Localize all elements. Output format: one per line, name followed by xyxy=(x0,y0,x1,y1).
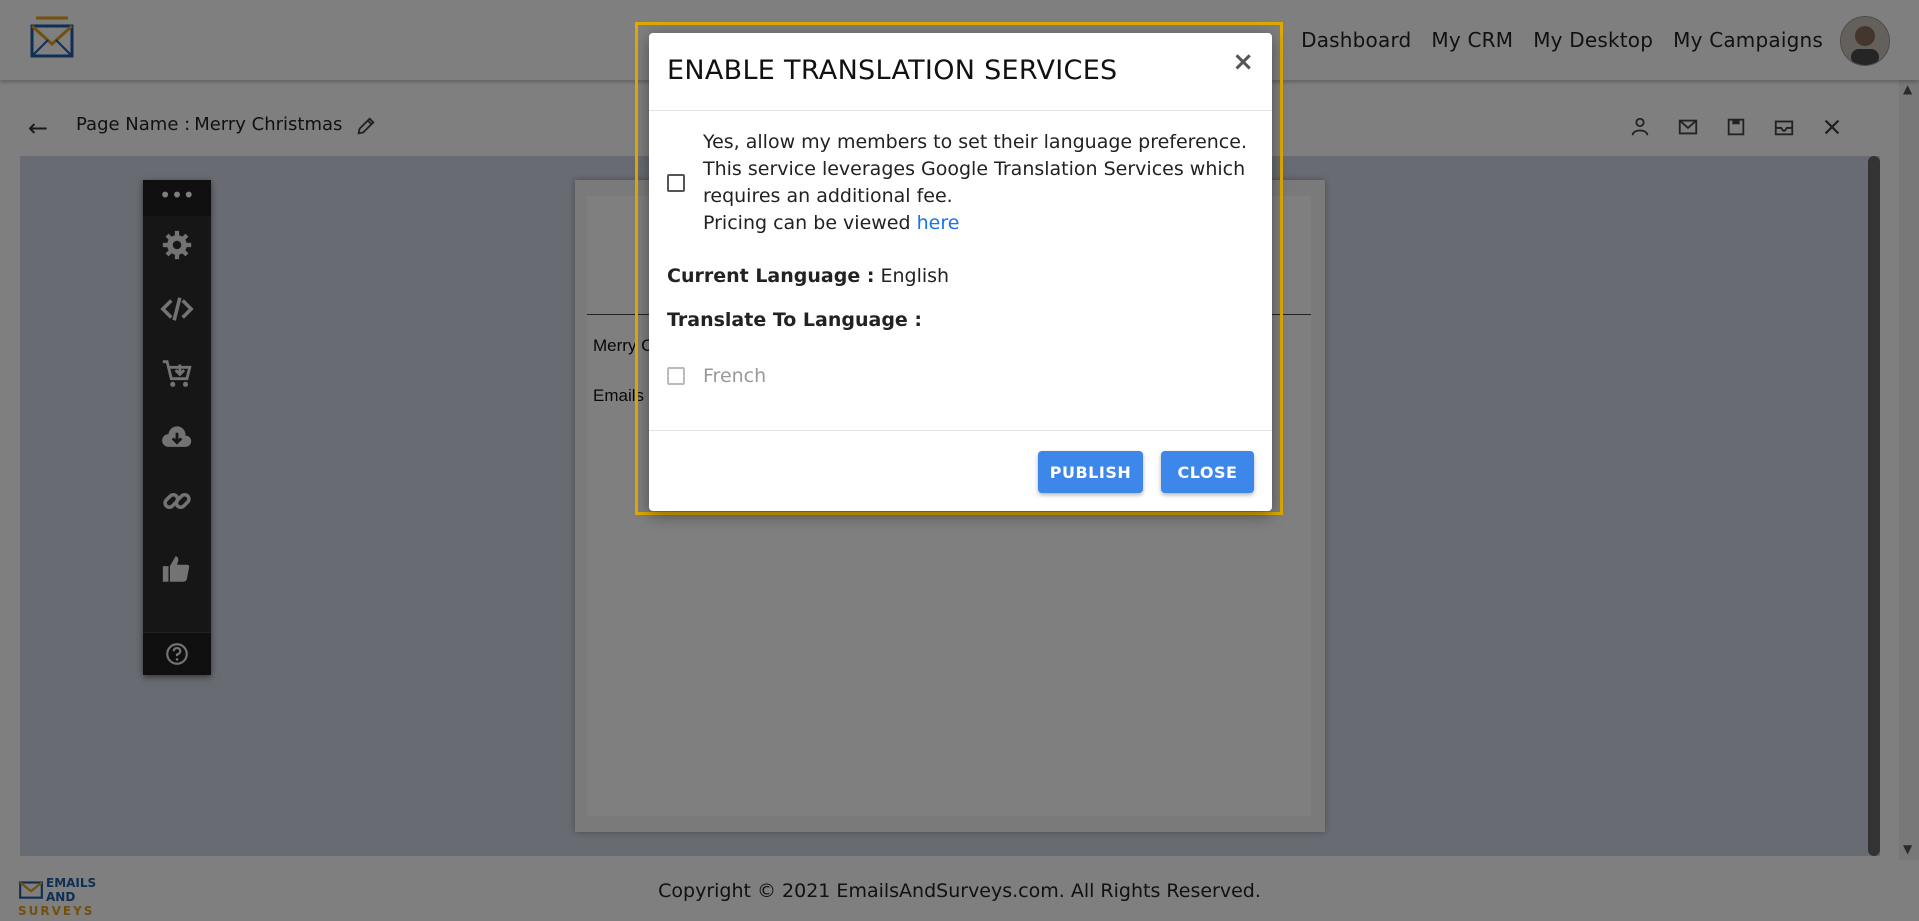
current-language: Current Language : English xyxy=(667,265,949,287)
translation-modal: ENABLE TRANSLATION SERVICES × Yes, allow… xyxy=(649,33,1272,511)
pricing-here-link[interactable]: here xyxy=(917,212,960,234)
optin-line: Yes, allow my members to set their langu… xyxy=(703,131,1247,153)
current-language-value: English xyxy=(880,265,950,287)
language-option-french: French xyxy=(703,365,767,387)
french-checkbox[interactable] xyxy=(667,367,685,385)
modal-title: ENABLE TRANSLATION SERVICES xyxy=(667,55,1118,86)
pricing-line: Pricing can be viewed here xyxy=(703,210,1253,237)
modal-close-icon[interactable]: × xyxy=(1232,47,1254,77)
allow-language-preference-checkbox[interactable] xyxy=(667,174,685,192)
optin-line: This service leverages Google Translatio… xyxy=(703,158,1246,180)
modal-footer-divider xyxy=(649,430,1272,431)
pricing-text: Pricing can be viewed xyxy=(703,212,917,234)
optin-line: requires an additional fee. xyxy=(703,185,953,207)
close-button[interactable]: CLOSE xyxy=(1161,451,1254,493)
translate-to-language: Translate To Language : xyxy=(667,309,922,331)
optin-text: Yes, allow my members to set their langu… xyxy=(703,129,1253,237)
translate-to-label: Translate To Language : xyxy=(667,309,923,331)
publish-button[interactable]: PUBLISH xyxy=(1038,451,1143,493)
modal-header-divider xyxy=(649,110,1272,111)
current-language-label: Current Language : xyxy=(667,265,875,287)
